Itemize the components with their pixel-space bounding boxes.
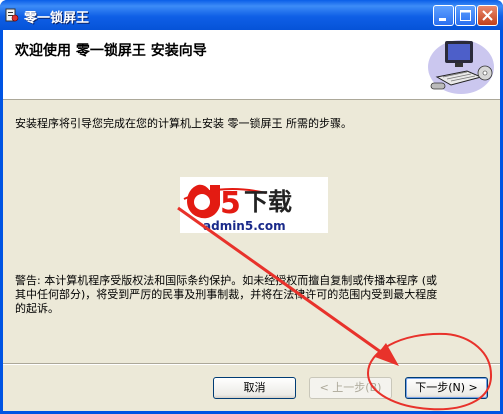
- next-button[interactable]: 下一步(N) >: [405, 377, 488, 399]
- installer-window: 零一锁屏王 欢迎使用 零一锁屏王 安装向导 安装程序将引导您完成在您的计算机上安…: [0, 0, 503, 414]
- close-icon: [482, 10, 493, 21]
- wizard-header: 欢迎使用 零一锁屏王 安装向导: [3, 30, 500, 100]
- close-button[interactable]: [477, 5, 498, 26]
- wizard-header-title: 欢迎使用 零一锁屏王 安装向导: [15, 43, 207, 59]
- cancel-button[interactable]: 取消: [213, 377, 296, 399]
- intro-text: 安装程序将引导您完成在您的计算机上安装 零一锁屏王 所需的步骤。: [15, 117, 352, 130]
- minimize-button[interactable]: [433, 5, 454, 26]
- copyright-warning: 警告: 本计算机程序受版权法和国际条约保护。如未经授权而擅自复制或传播本程序 (…: [15, 274, 490, 316]
- button-separator: [3, 363, 500, 365]
- maximize-button[interactable]: [455, 5, 476, 26]
- warning-line: 其中任何部分)，将受到严厉的民事及刑事制裁，并将在法律许可的范围内受到最大程度: [15, 288, 438, 301]
- a5-brand-text: 下载: [244, 188, 292, 216]
- installer-app-icon: [5, 8, 19, 22]
- title-bar[interactable]: 零一锁屏王: [0, 0, 503, 30]
- maximize-icon: [460, 10, 471, 21]
- wizard-client-area: 欢迎使用 零一锁屏王 安装向导 安装程序将引导您完成在您的计算机上安装 零一锁屏…: [3, 30, 500, 411]
- minimize-icon: [439, 18, 446, 21]
- warning-line: 的起诉。: [15, 302, 59, 315]
- watermark-url: admin5.com: [203, 219, 286, 233]
- warning-line: 警告: 本计算机程序受版权法和国际条约保护。如未经授权而擅自复制或传播本程序 (…: [15, 274, 437, 287]
- a5-number: 5: [220, 186, 241, 221]
- computer-setup-icon: [428, 40, 494, 94]
- back-button[interactable]: < 上一步(B): [309, 377, 392, 399]
- window-title: 零一锁屏王: [24, 11, 90, 26]
